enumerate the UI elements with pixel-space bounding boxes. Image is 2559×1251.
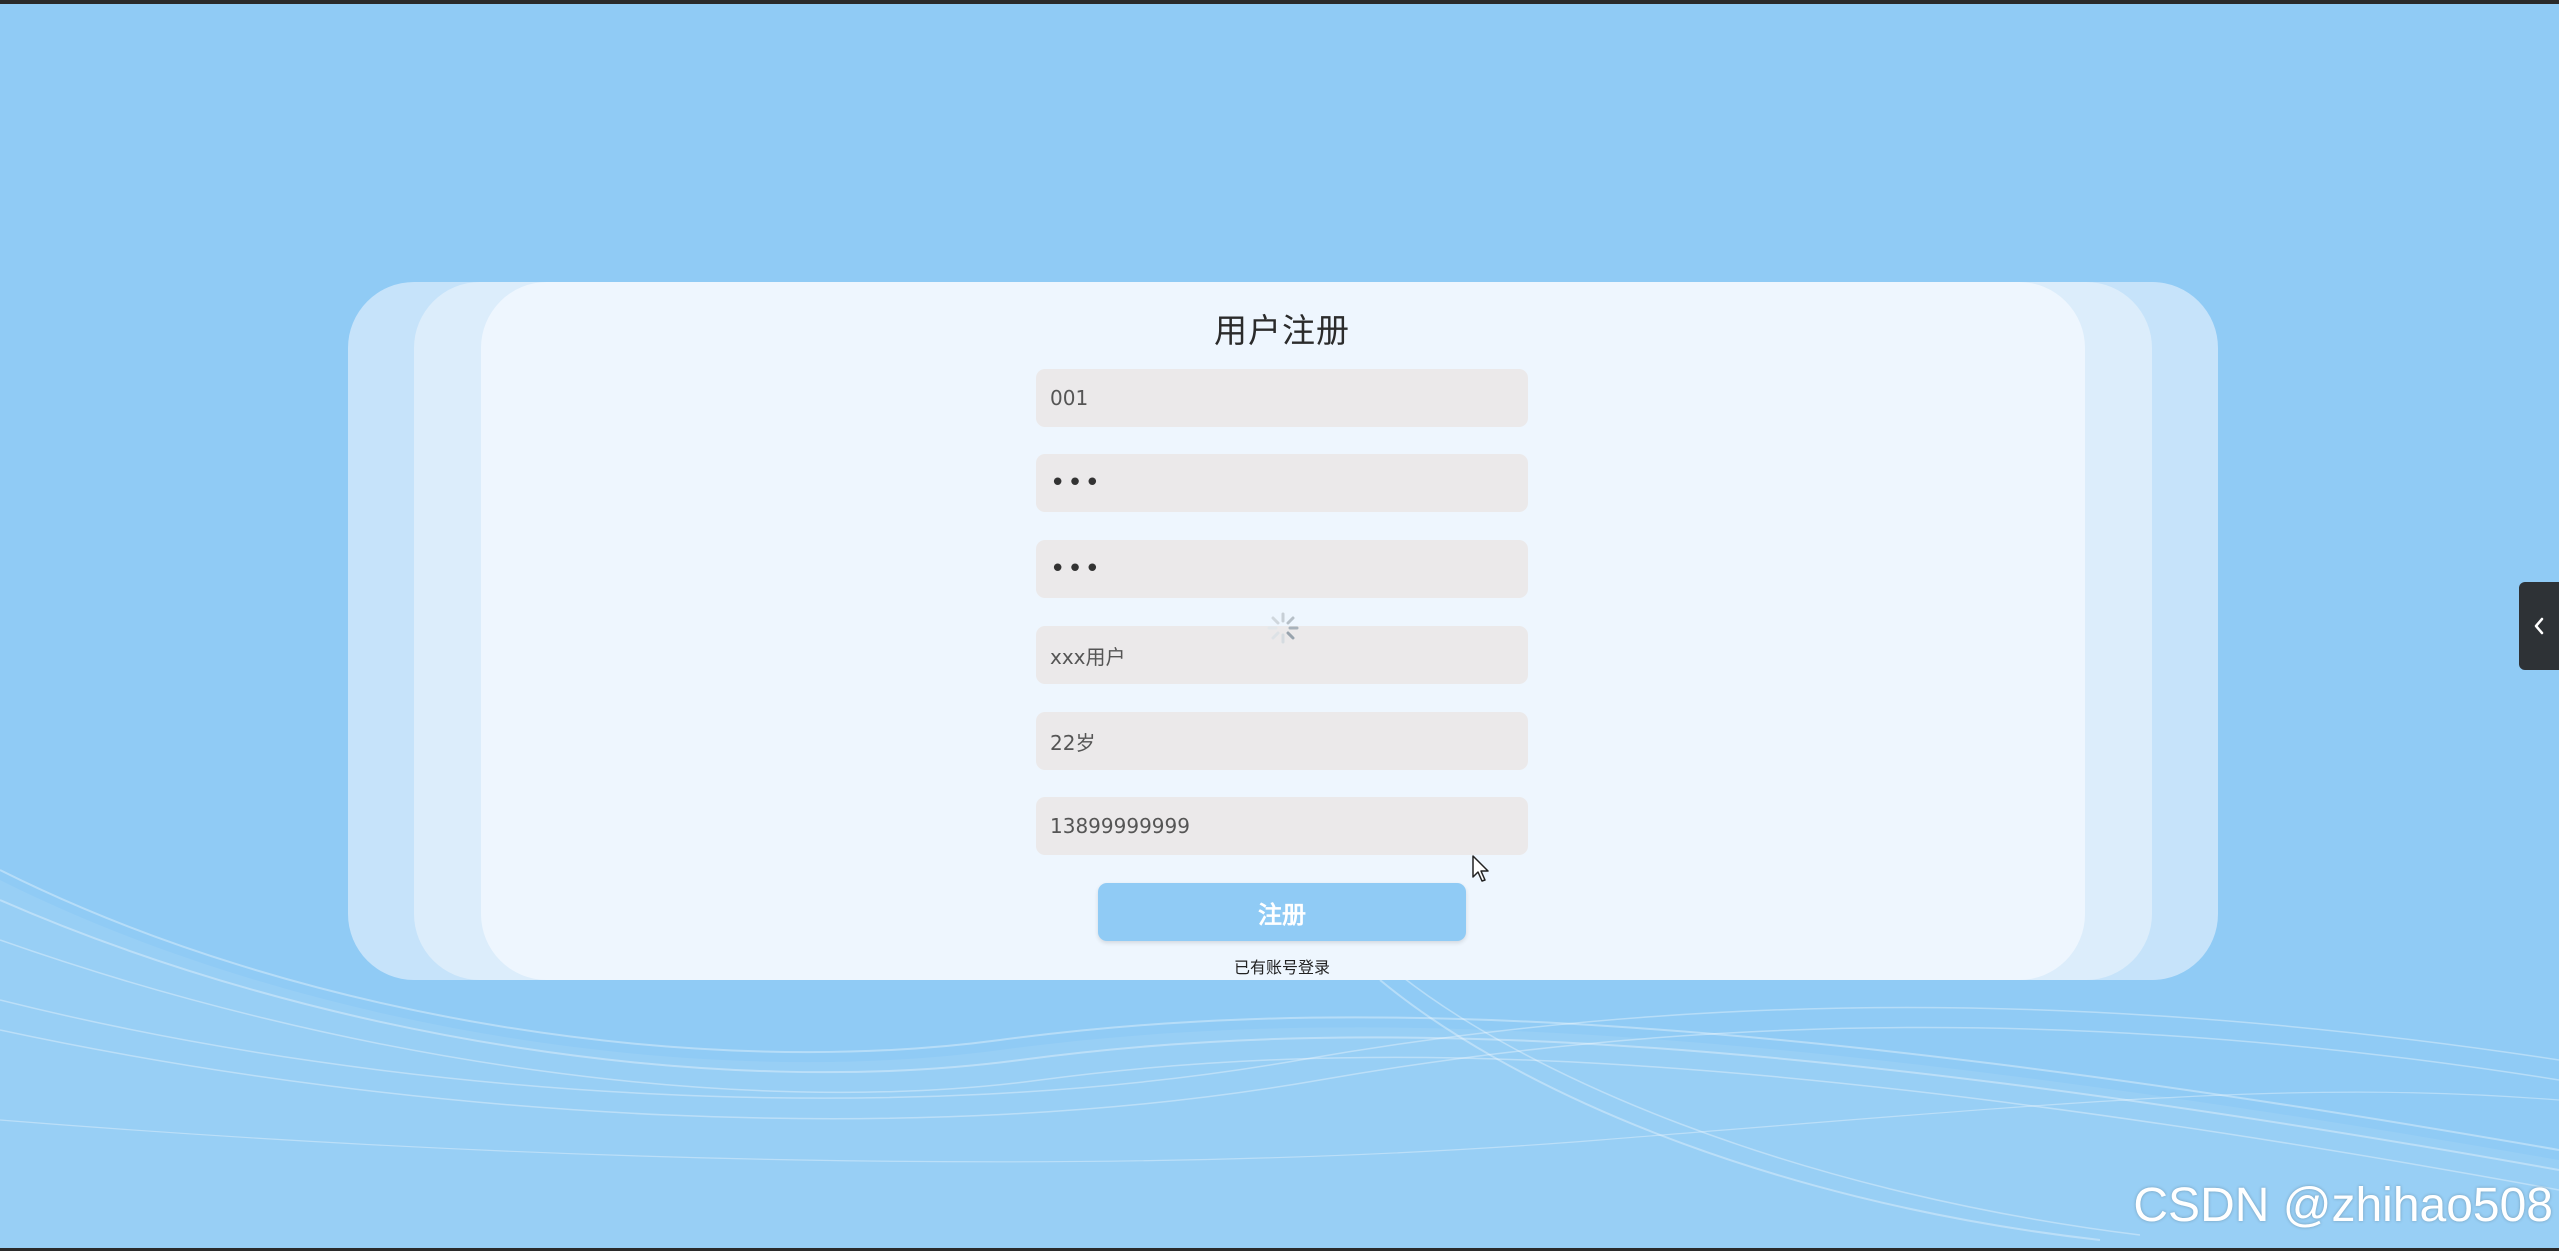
register-button[interactable]: 注册 — [1098, 883, 1466, 941]
age-value: 22岁 — [1050, 730, 1096, 755]
account-value: 001 — [1050, 386, 1089, 410]
age-input[interactable]: 22岁 — [1036, 712, 1528, 770]
page-title: 用户注册 — [1214, 311, 1350, 350]
username-value: xxx用户 — [1050, 644, 1126, 669]
register-button-label: 注册 — [1258, 900, 1306, 929]
account-input[interactable]: 001 — [1036, 369, 1528, 427]
password-input[interactable]: ••• — [1036, 454, 1528, 512]
chevron-left-icon — [2534, 617, 2544, 635]
confirm-password-input[interactable]: ••• — [1036, 540, 1528, 598]
mouse-pointer-icon — [1472, 855, 1489, 882]
register-form: 用户注册 001 ••• ••• xxx用户 22岁 13899999999 注… — [1036, 282, 1528, 982]
side-collapse-tab[interactable] — [2519, 582, 2559, 670]
phone-value: 13899999999 — [1050, 814, 1190, 838]
password-value: ••• — [1050, 468, 1103, 498]
phone-input[interactable]: 13899999999 — [1036, 797, 1528, 855]
spinner-icon — [1267, 612, 1299, 644]
watermark: CSDN @zhihao508 — [2133, 1179, 2553, 1232]
confirm-password-value: ••• — [1050, 554, 1103, 584]
login-link[interactable]: 已有账号登录 — [1036, 954, 1528, 978]
